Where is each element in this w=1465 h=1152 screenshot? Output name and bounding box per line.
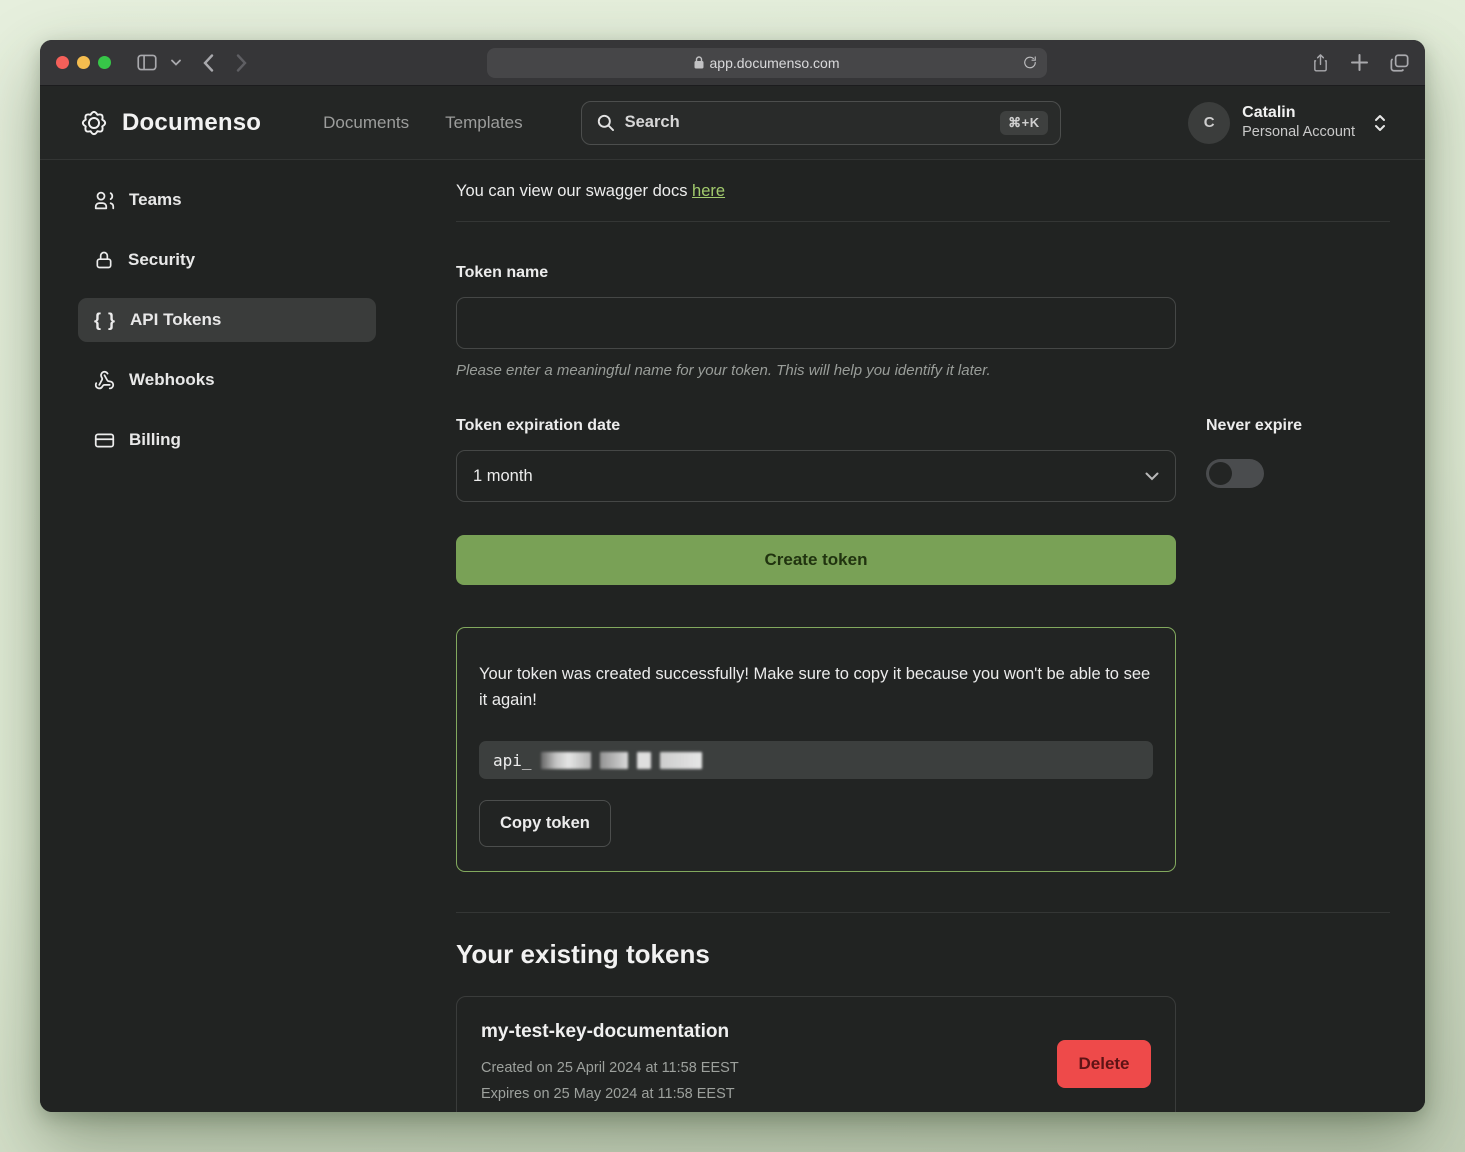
avatar: C: [1188, 102, 1230, 144]
redacted-token-segment: [541, 752, 591, 769]
chevron-up-down-icon: [1373, 113, 1387, 133]
never-expire-label: Never expire: [1206, 417, 1302, 435]
users-icon: [94, 190, 115, 211]
browser-window: app.documenso.com: [40, 40, 1425, 1112]
redacted-token-segment: [660, 752, 702, 769]
sidebar-label: Billing: [129, 430, 181, 450]
token-created-date: Created on 25 April 2024 at 11:58 EEST: [481, 1056, 739, 1081]
never-expire-toggle[interactable]: [1206, 459, 1264, 488]
section-divider: [456, 912, 1390, 913]
close-window-button[interactable]: [56, 56, 69, 69]
section-divider: [456, 221, 1390, 222]
chevron-down-icon[interactable]: [171, 59, 181, 66]
delete-token-button[interactable]: Delete: [1057, 1040, 1151, 1088]
nav-documents[interactable]: Documents: [323, 113, 409, 133]
new-tab-icon[interactable]: [1351, 54, 1368, 71]
minimize-window-button[interactable]: [77, 56, 90, 69]
search-placeholder: Search: [625, 113, 991, 132]
swagger-docs-text: You can view our swagger docs here: [456, 174, 1390, 201]
toggle-knob: [1209, 462, 1232, 485]
url-text: app.documenso.com: [710, 55, 840, 71]
sidebar-item-security[interactable]: Security: [78, 238, 376, 282]
token-expires-date: Expires on 25 May 2024 at 11:58 EEST: [481, 1082, 739, 1107]
token-value-field[interactable]: api_: [479, 741, 1153, 779]
browser-toolbar: app.documenso.com: [40, 40, 1425, 86]
copy-token-button[interactable]: Copy token: [479, 800, 611, 847]
sidebar-label: Webhooks: [129, 370, 215, 390]
redacted-token-segment: [637, 752, 651, 769]
search-input[interactable]: Search ⌘+K: [581, 101, 1061, 145]
settings-sidebar: Teams Security { } API Tokens Webhooks: [40, 160, 416, 1112]
account-menu[interactable]: C Catalin Personal Account: [1188, 102, 1387, 144]
address-bar[interactable]: app.documenso.com: [487, 48, 1047, 78]
braces-icon: { }: [94, 310, 116, 331]
swagger-docs-link[interactable]: here: [692, 182, 725, 200]
sidebar-item-teams[interactable]: Teams: [78, 178, 376, 222]
token-created-alert: Your token was created successfully! Mak…: [456, 627, 1176, 872]
sidebar-label: Security: [128, 250, 195, 270]
traffic-lights: [56, 56, 111, 69]
brand[interactable]: Documenso: [78, 107, 261, 139]
token-name-input[interactable]: [456, 297, 1176, 349]
token-name-help-text: Please enter a meaningful name for your …: [456, 362, 1176, 379]
search-shortcut-badge: ⌘+K: [1000, 111, 1047, 135]
tabs-overview-icon[interactable]: [1390, 54, 1409, 72]
zoom-window-button[interactable]: [98, 56, 111, 69]
token-card-name: my-test-key-documentation: [481, 1021, 739, 1043]
swagger-docs-prefix: You can view our swagger docs: [456, 182, 692, 200]
sidebar-label: API Tokens: [130, 310, 221, 330]
webhook-icon: [94, 370, 115, 391]
chevron-down-icon: [1145, 472, 1159, 481]
sidebar-item-billing[interactable]: Billing: [78, 418, 376, 462]
token-prefix: api_: [493, 751, 532, 770]
brand-name: Documenso: [122, 109, 261, 137]
back-button[interactable]: [203, 54, 214, 72]
create-token-button[interactable]: Create token: [456, 535, 1176, 585]
sidebar-label: Teams: [129, 190, 182, 210]
redacted-token-segment: [600, 752, 628, 769]
token-created-message: Your token was created successfully! Mak…: [479, 662, 1153, 713]
sidebar-toggle-icon[interactable]: [137, 54, 157, 71]
sidebar-item-api-tokens[interactable]: { } API Tokens: [78, 298, 376, 342]
lock-icon: [94, 250, 114, 270]
existing-tokens-heading: Your existing tokens: [456, 939, 1390, 970]
expiration-selected-value: 1 month: [473, 467, 533, 486]
documenso-logo-icon: [78, 107, 110, 139]
reload-icon[interactable]: [1023, 55, 1037, 70]
token-expiration-label: Token expiration date: [456, 417, 1176, 435]
share-icon[interactable]: [1312, 53, 1329, 73]
credit-card-icon: [94, 430, 115, 451]
account-type: Personal Account: [1242, 123, 1355, 141]
app-header: Documenso Documents Templates Search ⌘+K…: [40, 86, 1425, 160]
expiration-select[interactable]: 1 month: [456, 450, 1176, 502]
token-card: my-test-key-documentation Created on 25 …: [456, 996, 1176, 1112]
sidebar-item-webhooks[interactable]: Webhooks: [78, 358, 376, 402]
tls-lock-icon: [694, 56, 704, 69]
main-nav: Documents Templates: [323, 113, 522, 133]
search-icon: [596, 113, 615, 132]
account-name: Catalin: [1242, 103, 1355, 123]
api-tokens-page: You can view our swagger docs here Token…: [416, 160, 1425, 1112]
token-name-label: Token name: [456, 264, 1176, 282]
nav-templates[interactable]: Templates: [445, 113, 522, 133]
forward-button[interactable]: [236, 54, 247, 72]
